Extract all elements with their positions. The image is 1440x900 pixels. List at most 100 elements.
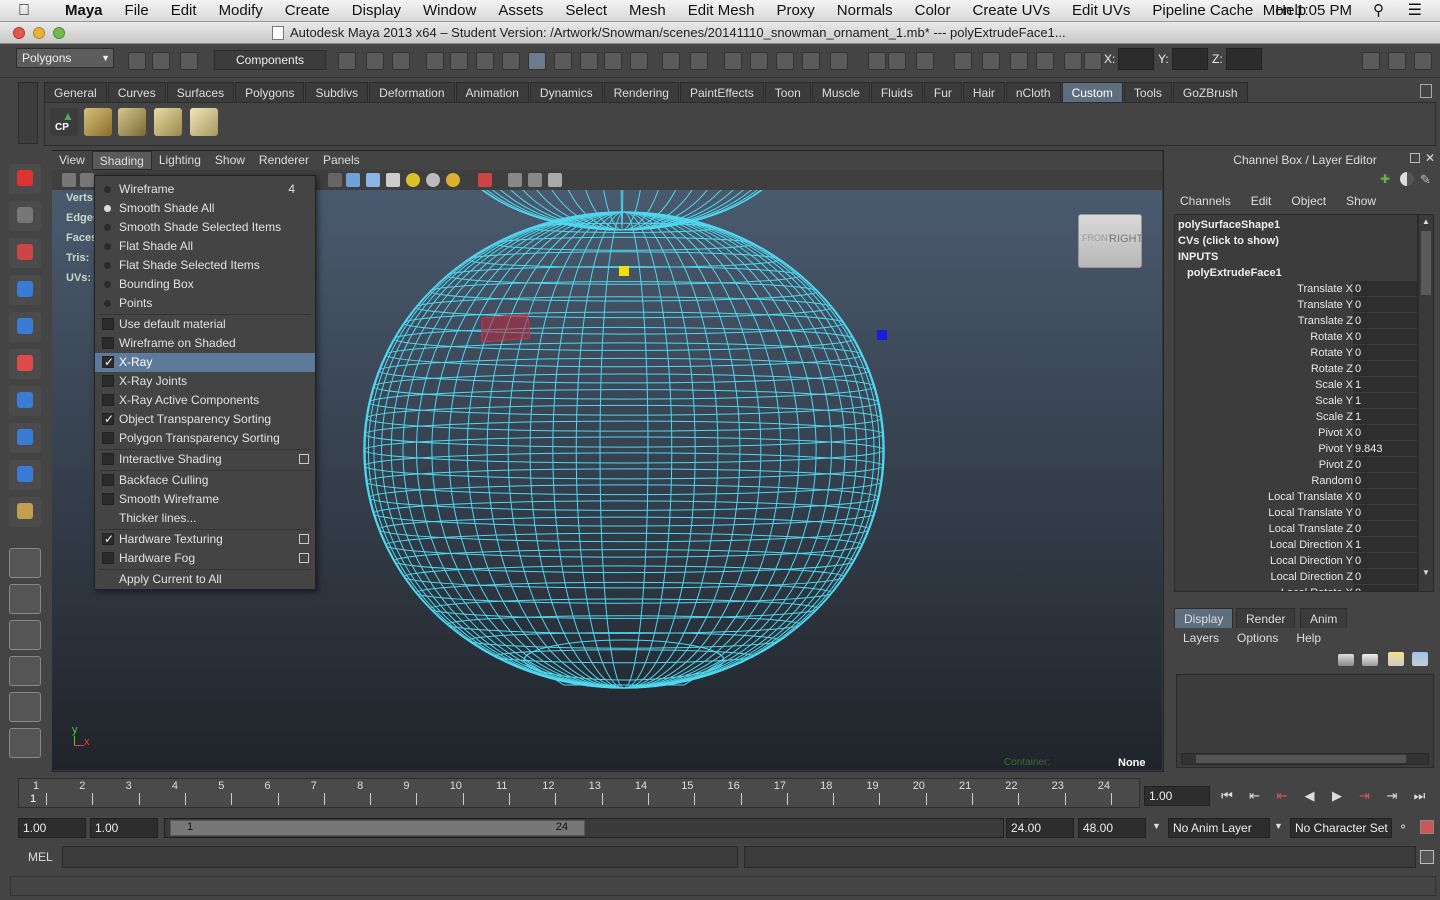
channel-menu-show[interactable]: Show [1336,193,1386,209]
shape-node-name[interactable]: polySurfaceShape1 [1175,217,1417,233]
shading-menu-item-bounding-box[interactable]: Bounding Box [95,275,315,294]
shelf-tool-3-icon[interactable] [154,108,182,136]
step-back-key-icon[interactable]: ⇤ [1273,788,1291,804]
channel-attr-value[interactable]: 1 [1353,537,1417,552]
shelf-collapse-handle[interactable] [18,82,38,144]
shading-menu-item-flat-shade-all[interactable]: Flat Shade All [95,237,315,256]
minimize-window-button[interactable] [33,27,45,39]
status-tool-9-icon[interactable] [554,52,572,70]
status-tool-24-icon[interactable] [982,52,1000,70]
paint-select-tool-icon[interactable] [9,238,41,268]
select-tool-icon[interactable] [9,164,41,194]
shading-menu-item-backface-culling[interactable]: Backface Culling [95,471,315,490]
character-set-field[interactable]: No Character Set [1290,818,1392,838]
channel-attr-value[interactable]: 0 [1353,297,1417,312]
status-tool-12-icon[interactable] [630,52,648,70]
channel-row[interactable]: Rotate Y0 [1175,345,1417,361]
shelf-tool-1-icon[interactable] [84,108,112,136]
shading-menu-item-smooth-shade-selected-items[interactable]: Smooth Shade Selected Items [95,218,315,237]
shading-menu-item-smooth-shade-all[interactable]: Smooth Shade All [95,199,315,218]
status-tool-2-icon[interactable] [366,52,384,70]
shading-menu-item-wireframe[interactable]: Wireframe 4 [95,180,315,199]
channel-attr-value[interactable]: 1 [1353,377,1417,392]
channel-row[interactable]: Random 0 [1175,473,1417,489]
shelf-tab-fluids[interactable]: Fluids [870,82,923,102]
channel-row[interactable]: Rotate Z0 [1175,361,1417,377]
shading-menu-item-smooth-wireframe[interactable]: Smooth Wireframe [95,490,315,509]
save-scene-icon[interactable] [180,52,198,70]
move-tool-icon[interactable] [9,275,41,305]
channel-row[interactable]: Scale X1 [1175,377,1417,393]
status-tool-13-icon[interactable] [662,52,680,70]
channel-menu-edit[interactable]: Edit [1241,193,1282,209]
channel-attr-value[interactable]: 0 [1353,585,1417,591]
checkbox-icon[interactable] [102,453,114,465]
shelf-tab-tools[interactable]: Tools [1123,82,1172,102]
shelf-tab-subdivs[interactable]: Subdivs [305,82,369,102]
mac-menu-create[interactable]: Create [274,2,341,19]
viewport-tool-7-icon[interactable] [406,173,420,187]
four-pane-layout-icon[interactable] [9,584,41,614]
channel-attr-value[interactable]: 1 [1353,393,1417,408]
channel-row[interactable]: Local Translate X0 [1175,489,1417,505]
viewport-menu-renderer[interactable]: Renderer [252,151,316,170]
spotlight-icon[interactable]: ⚲ [1373,1,1384,19]
scale-tool-icon[interactable] [9,349,41,379]
graph-persp-layout-icon[interactable] [9,656,41,686]
mac-menu-edit[interactable]: Edit [160,2,208,19]
channel-row[interactable]: Translate Y0 [1175,297,1417,313]
mac-menu-normals[interactable]: Normals [826,2,904,19]
channel-attr-value[interactable]: 0 [1353,505,1417,520]
status-tool-7-icon[interactable] [502,52,520,70]
shelf-tool-4-icon[interactable] [190,108,218,136]
viewport-tool-10-icon[interactable] [478,173,492,187]
shelf-tool-2-icon[interactable] [118,108,146,136]
mac-menu-window[interactable]: Window [412,2,487,19]
status-tool-17-icon[interactable] [776,52,794,70]
hscroll-thumb[interactable] [1196,755,1406,763]
step-forward-frame-icon[interactable]: ⇥ [1383,788,1401,804]
status-tool-15-icon[interactable] [724,52,742,70]
shelf-tab-fur[interactable]: Fur [923,82,962,102]
channel-attr-value[interactable]: 0 [1353,553,1417,568]
channel-row[interactable]: Scale Y1 [1175,393,1417,409]
shading-menu-item-object-transparency-sorting[interactable]: Object Transparency Sorting [95,410,315,429]
viewport-tool-1-icon[interactable] [62,173,76,187]
channel-row[interactable]: Scale Z1 [1175,409,1417,425]
viewport-menu-lighting[interactable]: Lighting [152,151,208,170]
status-tool-5-icon[interactable] [450,52,468,70]
checkbox-icon[interactable] [102,552,114,564]
viewport-tool-6-icon[interactable] [386,173,400,187]
channel-scrollbar[interactable]: ▲ ▼ [1418,214,1434,592]
channel-attr-value[interactable]: 0 [1353,489,1417,504]
viewport-tool-8-icon[interactable] [426,173,440,187]
option-box-icon[interactable] [299,534,309,544]
shelf-tab-toon[interactable]: Toon [764,82,811,102]
shading-menu-item-hardware-texturing[interactable]: Hardware Texturing [95,530,315,549]
playback-end-field[interactable]: 24.00 [1006,818,1074,838]
shading-menu-item-x-ray-joints[interactable]: X-Ray Joints [95,372,315,391]
shading-menu-item-x-ray[interactable]: X-Ray [95,353,315,372]
move-layer-down-icon[interactable] [1412,652,1428,666]
character-set-chevron-icon[interactable]: ▼ [1274,821,1283,831]
apple-icon[interactable]:  [18,2,40,20]
status-tool-21-icon[interactable] [888,52,906,70]
tool-settings-icon[interactable] [1388,52,1406,70]
open-scene-icon[interactable] [152,52,170,70]
view-cube[interactable]: FRONT RIGHT [1078,214,1143,268]
anim-layer-field[interactable]: No Anim Layer [1168,818,1270,838]
channel-attr-value[interactable]: 0 [1353,569,1417,584]
float-panel-icon[interactable] [1410,153,1420,163]
close-window-button[interactable] [13,27,25,39]
shelf-tab-general[interactable]: General [44,82,107,102]
zoom-window-button[interactable] [53,27,65,39]
viewport-tool-13-icon[interactable] [548,173,562,187]
status-tool-27-icon[interactable] [1064,52,1082,70]
viewport-tool-12-icon[interactable] [528,173,542,187]
scroll-down-icon[interactable]: ▼ [1422,568,1430,577]
channel-list[interactable]: polySurfaceShape1 CVs (click to show) INPU… [1174,214,1418,592]
x-coord-field[interactable] [1118,48,1154,70]
step-forward-key-icon[interactable]: ⇥ [1356,788,1374,804]
mac-menu-modify[interactable]: Modify [208,2,274,19]
menu-app[interactable]: Maya [54,2,114,19]
